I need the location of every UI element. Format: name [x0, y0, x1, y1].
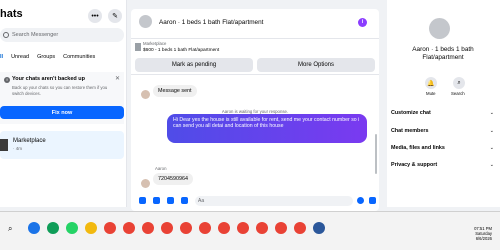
taskbar: ⌕ 07:51 PM Saturday 6/6/2026: [0, 211, 500, 250]
taskbar-app-icon[interactable]: [142, 222, 154, 234]
filter-tabs: ll Unread Groups Communities: [0, 54, 124, 60]
listing-thumbnail: [135, 43, 141, 51]
taskbar-app-icon[interactable]: [256, 222, 268, 234]
tab-all[interactable]: ll: [0, 54, 3, 60]
details-name: Aaron · 1 beds 1 bath Flat/apartment: [412, 46, 474, 61]
message-thread: Message sent Aaron is waiting for your r…: [131, 74, 379, 191]
chat-window: Aaron · 1 beds 1 bath Flat/apartment i M…: [131, 9, 379, 211]
search-icon: [3, 32, 9, 38]
close-icon[interactable]: ✕: [115, 75, 120, 82]
panel-title: hats: [0, 8, 23, 20]
mute-label: Mute: [426, 91, 436, 96]
info-icon[interactable]: i: [358, 18, 367, 27]
warning-icon: !: [4, 77, 10, 83]
chat-header: Aaron · 1 beds 1 bath Flat/apartment i: [131, 9, 379, 39]
more-options-button[interactable]: •••: [88, 9, 102, 23]
taskbar-app-icon[interactable]: [47, 222, 59, 234]
gif-icon[interactable]: [181, 197, 188, 204]
taskbar-app-icon[interactable]: [294, 222, 306, 234]
marketplace-thumbnail: [0, 139, 8, 151]
avatar: [141, 179, 150, 188]
avatar: [429, 18, 450, 39]
more-icon: •••: [91, 12, 99, 20]
message-composer: Aa: [131, 191, 379, 211]
section-privacy-support[interactable]: Privacy & support: [391, 162, 437, 168]
mute-button[interactable]: 🔔: [425, 77, 437, 89]
avatar: [141, 90, 150, 99]
chat-details-panel: Aaron · 1 beds 1 bath Flat/apartment 🔔 M…: [387, 0, 500, 207]
taskbar-app-icon[interactable]: [104, 222, 116, 234]
tab-groups[interactable]: Groups: [37, 54, 55, 60]
image-icon[interactable]: [153, 197, 160, 204]
compose-icon: ✎: [112, 13, 118, 20]
conversation-item-marketplace[interactable]: Marketplace · 4m: [0, 131, 124, 159]
message-bubble: Message sent: [153, 85, 197, 97]
search-placeholder: Search Messenger: [12, 32, 59, 38]
scrollbar[interactable]: [375, 134, 377, 174]
avatar[interactable]: [139, 15, 152, 28]
like-icon[interactable]: [369, 197, 376, 204]
taskbar-app-icon[interactable]: [28, 222, 40, 234]
taskbar-app-icon[interactable]: [199, 222, 211, 234]
listing-source: Marketplace: [143, 41, 167, 46]
taskbar-app-icon[interactable]: [218, 222, 230, 234]
system-clock[interactable]: 07:51 PM Saturday 6/6/2026: [474, 226, 492, 241]
outgoing-message: Hi Dear yes the house is still available…: [167, 114, 367, 143]
chevron-down-icon[interactable]: ⌄: [490, 162, 494, 168]
mic-icon[interactable]: [139, 197, 146, 204]
chat-title[interactable]: Aaron · 1 beds 1 bath Flat/apartment: [159, 19, 263, 26]
chevron-down-icon[interactable]: ⌄: [490, 145, 494, 151]
sticker-icon[interactable]: [167, 197, 174, 204]
incoming-message: 7204590964: [153, 173, 193, 185]
taskbar-app-icon[interactable]: [85, 222, 97, 234]
taskbar-app-icon[interactable]: [66, 222, 78, 234]
taskbar-app-icon[interactable]: [123, 222, 135, 234]
taskbar-app-icon[interactable]: [275, 222, 287, 234]
emoji-icon[interactable]: [357, 197, 364, 204]
fix-now-button[interactable]: Fix now: [0, 106, 124, 119]
search-label: Search: [451, 91, 465, 96]
chevron-down-icon[interactable]: ⌄: [490, 128, 494, 134]
chevron-down-icon[interactable]: ⌄: [490, 110, 494, 116]
section-chat-members[interactable]: Chat members: [391, 128, 428, 134]
listing-price: $600 - 1 beds 1 bath Flat/apartment: [143, 48, 220, 53]
more-options-button[interactable]: More Options: [257, 58, 375, 72]
search-button[interactable]: ⌕: [453, 77, 465, 89]
listing-summary[interactable]: Marketplace $600 - 1 beds 1 bath Flat/ap…: [135, 41, 377, 57]
new-message-button[interactable]: ✎: [108, 9, 122, 23]
tab-unread[interactable]: Unread: [11, 54, 29, 60]
taskbar-app-icon[interactable]: [237, 222, 249, 234]
mark-as-pending-button[interactable]: Mark as pending: [135, 58, 253, 72]
message-input[interactable]: Aa: [195, 196, 353, 206]
search-input[interactable]: Search Messenger: [0, 28, 124, 42]
conversation-time: · 4m: [13, 146, 22, 151]
sender-name: Aaron: [155, 166, 167, 171]
backup-description: Back up your chats so you can restore th…: [12, 85, 108, 96]
taskbar-app-icon[interactable]: [161, 222, 173, 234]
taskbar-app-icon[interactable]: [180, 222, 192, 234]
section-customize-chat[interactable]: Customize chat: [391, 110, 431, 116]
backup-title: Your chats aren't backed up: [12, 76, 86, 82]
clock-date: 6/6/2026: [475, 236, 492, 241]
conversation-name: Marketplace: [13, 138, 46, 144]
taskbar-app-icon[interactable]: [313, 222, 325, 234]
chat-list-panel: hats ••• ✎ Search Messenger ll Unread Gr…: [0, 0, 127, 207]
tab-communities[interactable]: Communities: [63, 54, 95, 60]
section-media-files-links[interactable]: Media, files and links: [391, 145, 445, 151]
search-icon[interactable]: ⌕: [8, 224, 12, 234]
